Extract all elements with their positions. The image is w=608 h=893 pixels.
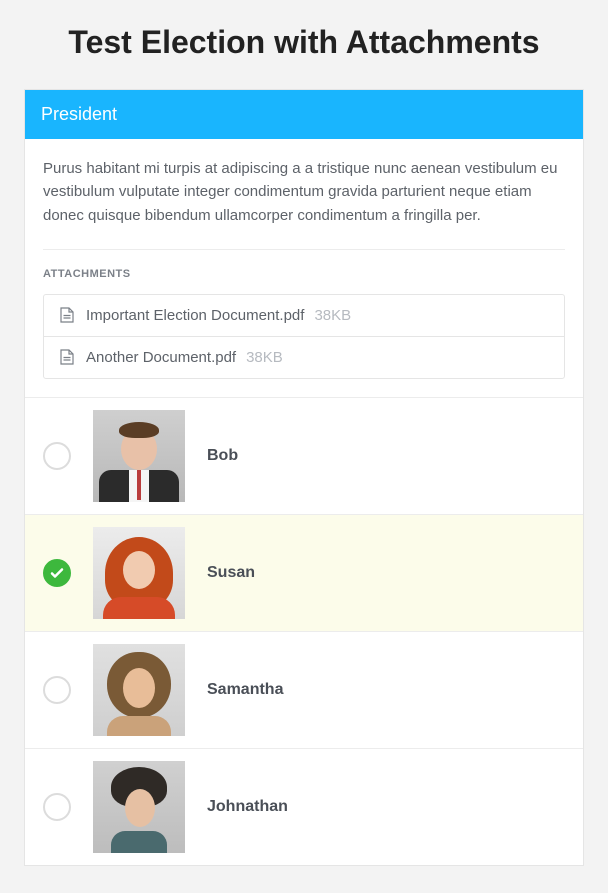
radio-button[interactable] xyxy=(43,442,71,470)
ballot-position-header: President xyxy=(25,90,583,139)
candidate-name: Samantha xyxy=(207,681,283,699)
attachment-item[interactable]: Another Document.pdf 38KB xyxy=(44,336,564,378)
candidate-name: Johnathan xyxy=(207,798,288,816)
ballot-card: President Purus habitant mi turpis at ad… xyxy=(24,89,584,866)
radio-button[interactable] xyxy=(43,793,71,821)
attachment-item[interactable]: Important Election Document.pdf 38KB xyxy=(44,295,564,336)
radio-button[interactable] xyxy=(43,559,71,587)
avatar xyxy=(93,644,185,736)
attachments-label: ATTACHMENTS xyxy=(43,268,565,280)
candidate-row-samantha[interactable]: Samantha xyxy=(25,631,583,748)
file-icon xyxy=(60,307,74,323)
attachments-list: Important Election Document.pdf 38KB Ano… xyxy=(43,294,565,379)
file-icon xyxy=(60,349,74,365)
candidates-list: Bob Susan Samantha xyxy=(25,397,583,865)
attachment-name: Another Document.pdf xyxy=(86,349,236,366)
avatar xyxy=(93,410,185,502)
radio-button[interactable] xyxy=(43,676,71,704)
candidate-name: Susan xyxy=(207,564,255,582)
ballot-description: Purus habitant mi turpis at adipiscing a… xyxy=(25,139,583,249)
avatar xyxy=(93,527,185,619)
candidate-row-susan[interactable]: Susan xyxy=(25,514,583,631)
page-title: Test Election with Attachments xyxy=(24,0,584,89)
candidate-row-johnathan[interactable]: Johnathan xyxy=(25,748,583,865)
attachment-size: 38KB xyxy=(314,307,351,324)
attachments-section: ATTACHMENTS Important Election Document.… xyxy=(25,250,583,397)
attachment-name: Important Election Document.pdf xyxy=(86,307,304,324)
candidate-name: Bob xyxy=(207,447,238,465)
check-icon xyxy=(49,565,65,581)
attachment-size: 38KB xyxy=(246,349,283,366)
candidate-row-bob[interactable]: Bob xyxy=(25,397,583,514)
avatar xyxy=(93,761,185,853)
